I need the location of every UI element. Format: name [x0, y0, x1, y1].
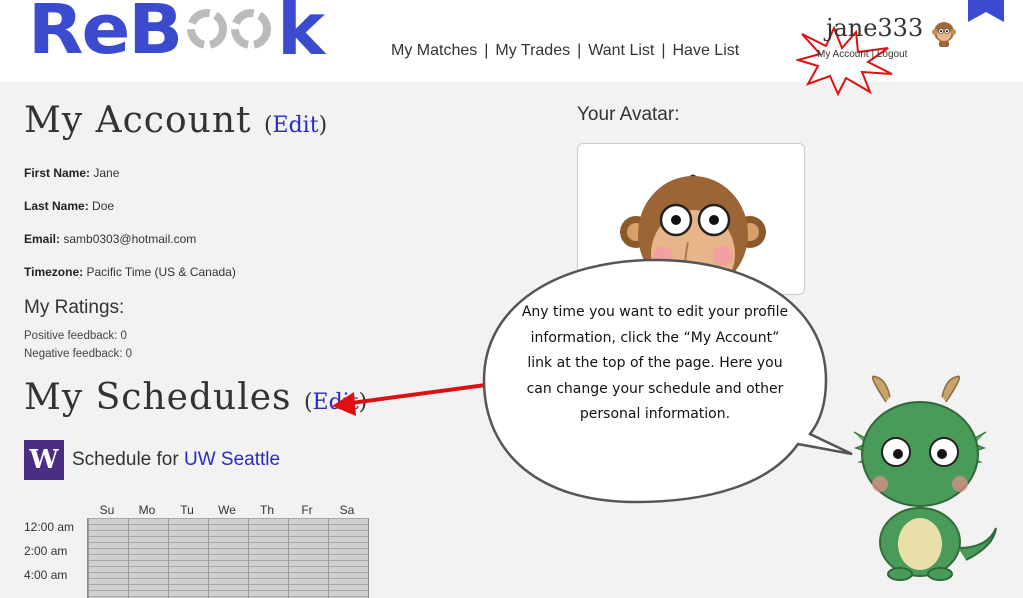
- school-text: Schedule for UW Seattle: [72, 449, 280, 471]
- field-value: Doe: [92, 199, 115, 213]
- rebook-logo[interactable]: ReB k: [28, 0, 326, 71]
- field-label: Last Name:: [24, 199, 89, 213]
- day-label: Tu: [180, 503, 194, 517]
- last-name-field: Last Name: Doe: [24, 199, 114, 213]
- school-link[interactable]: UW Seattle: [184, 449, 280, 470]
- logo-text-part2: k: [277, 0, 326, 71]
- day-label: Th: [259, 503, 274, 517]
- field-label: Timezone:: [24, 265, 84, 279]
- day-label: Mo: [138, 503, 156, 517]
- account-title: My Account: [24, 100, 252, 141]
- negative-feedback: Negative feedback: 0: [24, 348, 133, 360]
- school-row: W Schedule for UW Seattle: [24, 440, 280, 480]
- schedules-heading: My Schedules (Edit): [24, 377, 367, 418]
- account-heading: My Account (Edit): [24, 100, 328, 141]
- username: jane333: [826, 14, 924, 42]
- day-label: Sa: [339, 503, 355, 517]
- site-header: ReB k My Matches | My Trades | Want List…: [0, 0, 1023, 96]
- my-account-link[interactable]: My Account: [817, 49, 869, 60]
- field-label: First Name:: [24, 166, 91, 180]
- main-nav: My Matches | My Trades | Want List | Hav…: [391, 42, 739, 60]
- nav-my-trades[interactable]: My Trades: [495, 42, 570, 60]
- logout-link[interactable]: Logout: [877, 49, 908, 60]
- school-prefix: Schedule for: [72, 449, 179, 470]
- first-name-field: First Name: Jane: [24, 166, 119, 180]
- logo-text-part1: ReB: [28, 0, 183, 69]
- nav-want-list[interactable]: Want List: [588, 42, 654, 60]
- day-label: Fr: [301, 503, 313, 517]
- schedule-grid[interactable]: [87, 518, 369, 598]
- nav-my-matches[interactable]: My Matches: [391, 42, 477, 60]
- field-value: Pacific Time (US & Canada): [86, 265, 236, 279]
- time-label: 2:00 am: [24, 544, 68, 558]
- field-value: samb0303@hotmail.com: [63, 232, 197, 246]
- nav-separator: |: [661, 42, 666, 59]
- avatar-label: Your Avatar:: [577, 104, 680, 125]
- schedules-title: My Schedules: [24, 377, 292, 418]
- user-avatar-icon[interactable]: [932, 20, 956, 48]
- uw-logo: W: [24, 440, 64, 480]
- nav-have-list[interactable]: Have List: [673, 42, 740, 60]
- positive-feedback: Positive feedback: 0: [24, 330, 127, 342]
- account-links: My Account | Logout: [817, 49, 907, 60]
- day-label: Su: [99, 503, 115, 517]
- ratings-heading: My Ratings:: [24, 297, 125, 318]
- dragon-mascot-icon: [853, 375, 997, 581]
- tutorial-text: Any time you want to edit your profile i…: [521, 304, 789, 422]
- field-label: Email:: [24, 232, 61, 246]
- bookmark-ribbon-icon[interactable]: [968, 0, 1004, 22]
- link-separator: |: [871, 49, 875, 60]
- account-edit-link[interactable]: Edit: [273, 113, 319, 138]
- nav-separator: |: [484, 42, 489, 59]
- email-field: Email: samb0303@hotmail.com: [24, 232, 196, 246]
- nav-separator: |: [577, 42, 582, 59]
- time-label: 12:00 am: [24, 520, 75, 534]
- time-label: 4:00 am: [24, 568, 68, 582]
- logo-recycle-icon: [183, 5, 272, 53]
- day-label: We: [218, 503, 236, 517]
- field-value: Jane: [93, 166, 120, 180]
- timezone-field: Timezone: Pacific Time (US & Canada): [24, 265, 236, 279]
